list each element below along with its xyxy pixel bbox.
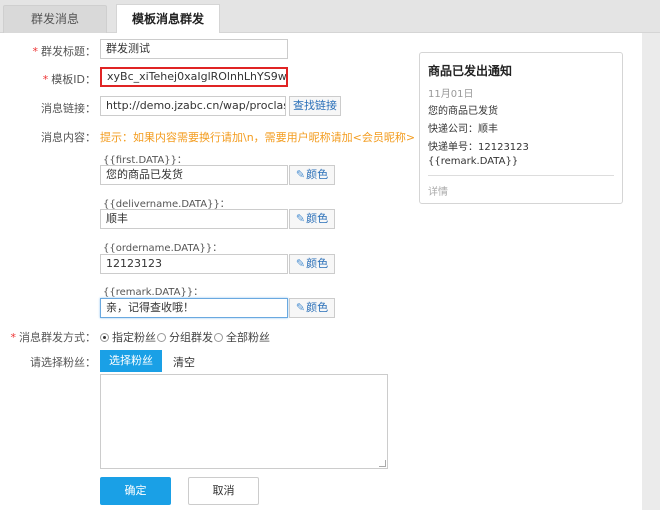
form-panel: * 群发标题： 群发测试 * 模板ID： xyBc_xiTehej0xaIglROl… (0, 33, 642, 510)
radio-label: 全部粉丝 (226, 331, 270, 344)
resize-grip-icon[interactable] (379, 460, 386, 467)
required-mark: * (10, 331, 17, 344)
content-hint: 提示：如果内容需要换行请加\n，需要用户昵称请加<会员昵称> (100, 131, 416, 144)
pen-icon: ✎ (295, 168, 306, 181)
link-input[interactable]: http://demo.jzabc.cn/wap/proclass.php (100, 96, 286, 116)
radio-label: 指定粉丝 (112, 331, 156, 344)
submit-button[interactable]: 确定 (100, 477, 171, 505)
radio-specified-fans[interactable]: 指定粉丝 (100, 329, 156, 345)
tab-mass-message[interactable]: 群发消息 (3, 5, 107, 33)
clear-link[interactable]: 清空 (173, 354, 195, 370)
preview-title: 商品已发出通知 (428, 64, 513, 78)
cancel-button[interactable]: 取消 (188, 477, 259, 505)
scrollbar[interactable] (642, 33, 660, 510)
color-button[interactable]: ✎颜色 (289, 165, 335, 185)
tab-bar: 群发消息 模板消息群发 (0, 0, 660, 35)
link-label: 消息链接： (41, 102, 96, 115)
field-placeholder-ordername: {{ordername.DATA}}： (103, 243, 223, 254)
preview-divider (428, 175, 614, 176)
radio-group-send[interactable]: 分组群发 (157, 329, 213, 345)
template-id-input[interactable]: xyBc_xiTehej0xaIglROlnhLhYS9wyPxqp (100, 67, 288, 87)
fans-textarea[interactable] (100, 374, 388, 469)
field-placeholder-delivername: {{delivername.DATA}}： (103, 199, 230, 210)
color-button[interactable]: ✎颜色 (289, 209, 335, 229)
preview-line: 快递单号：12123123 (428, 142, 529, 153)
radio-unchecked-icon (214, 333, 223, 342)
color-button-label: 颜色 (306, 212, 329, 225)
content-label: 消息内容： (41, 131, 96, 144)
field-placeholder-remark: {{remark.DATA}}： (103, 287, 204, 298)
template-label: * 模板ID： (43, 71, 96, 87)
method-label: * 消息群发方式： (11, 329, 97, 345)
title-input[interactable]: 群发测试 (100, 39, 288, 59)
pen-icon: ✎ (295, 212, 306, 225)
radio-label: 分组群发 (169, 331, 213, 344)
remark-data-input[interactable]: 亲，记得查收哦！ (100, 298, 288, 318)
pen-icon: ✎ (295, 257, 306, 270)
color-button-label: 颜色 (306, 168, 329, 181)
choose-fans-button[interactable]: 选择粉丝 (100, 350, 162, 372)
fans-label: 请选择粉丝： (30, 356, 96, 369)
color-button[interactable]: ✎颜色 (289, 254, 335, 274)
color-button[interactable]: ✎颜色 (289, 298, 335, 318)
preview-line: {{remark.DATA}} (428, 156, 519, 167)
field-placeholder-first: {{first.DATA}}： (103, 155, 187, 166)
preview-detail-link[interactable]: 详情 (428, 183, 448, 198)
color-button-label: 颜色 (306, 257, 329, 270)
radio-all-fans[interactable]: 全部粉丝 (214, 329, 270, 345)
delivername-data-input[interactable]: 顺丰 (100, 209, 288, 229)
ordername-data-input[interactable]: 12123123 (100, 254, 288, 274)
preview-line: 您的商品已发货 (428, 106, 498, 117)
find-link-button[interactable]: 查找链接 (289, 96, 341, 116)
first-data-input[interactable]: 您的商品已发货 (100, 165, 288, 185)
required-mark: * (42, 73, 49, 86)
template-label-text: 模板ID： (51, 73, 96, 86)
title-label-text: 群发标题： (41, 45, 96, 58)
pen-icon: ✎ (295, 301, 306, 314)
radio-unchecked-icon (157, 333, 166, 342)
preview-card: 商品已发出通知 11月01日 您的商品已发货 快递公司：顺丰 快递单号：1212… (419, 52, 623, 204)
method-label-text: 消息群发方式： (19, 331, 96, 344)
title-label: * 群发标题： (33, 43, 97, 59)
required-mark: * (32, 45, 39, 58)
color-button-label: 颜色 (306, 301, 329, 314)
radio-checked-icon (100, 333, 109, 342)
tab-template-mass-message[interactable]: 模板消息群发 (116, 4, 220, 35)
preview-line: 快递公司：顺丰 (428, 124, 498, 135)
preview-date: 11月01日 (428, 89, 474, 100)
